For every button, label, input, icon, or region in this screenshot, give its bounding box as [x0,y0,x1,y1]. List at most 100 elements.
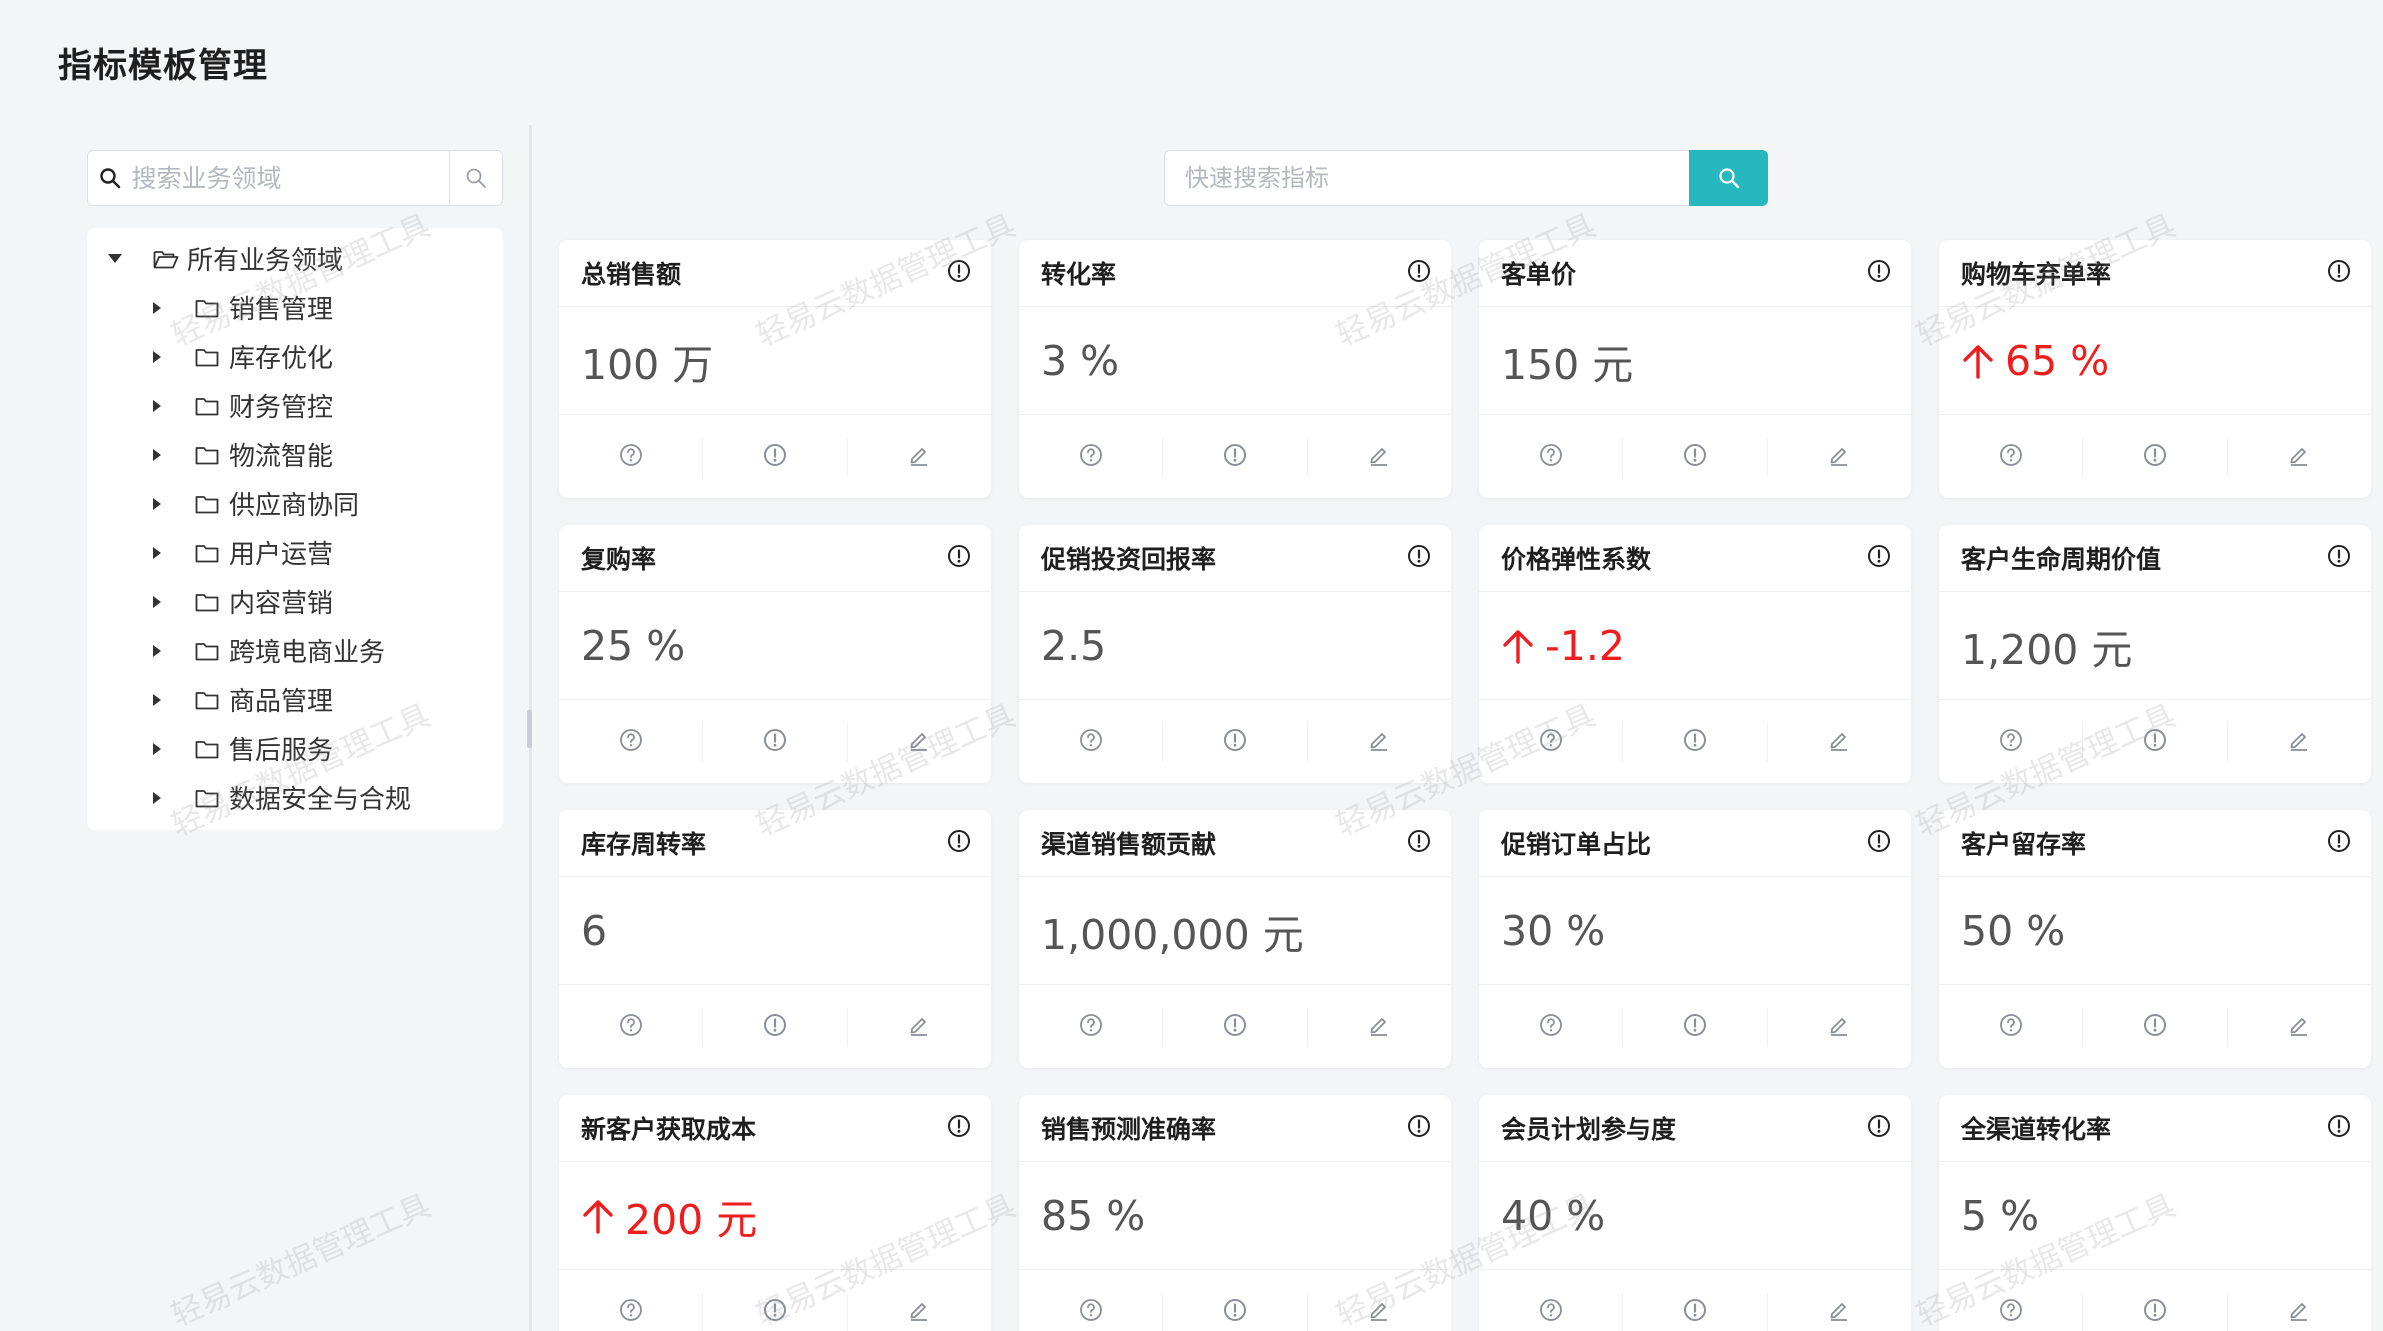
caret-right-icon[interactable] [143,497,171,510]
detail-button[interactable] [2083,722,2228,761]
caret-right-icon[interactable] [143,399,171,412]
alert-circle-icon[interactable] [947,829,971,857]
metric-card[interactable]: 复购率 25 % [559,525,991,783]
edit-button[interactable] [2228,1293,2371,1331]
alert-circle-icon[interactable] [947,1114,971,1142]
metric-card[interactable]: 促销投资回报率 2.5 [1019,525,1451,783]
help-button[interactable] [1479,1292,1624,1331]
edit-button[interactable] [2228,723,2371,761]
caret-down-icon[interactable] [101,254,129,263]
edit-button[interactable] [1308,1293,1451,1331]
tree-node-1[interactable]: 库存优化 [87,332,503,381]
detail-button[interactable] [703,1292,848,1331]
metric-card[interactable]: 客户生命周期价值 1,200 元 [1939,525,2371,783]
metric-search-button[interactable] [1689,150,1768,206]
help-button[interactable] [559,1292,704,1331]
detail-button[interactable] [1623,1007,1768,1046]
alert-circle-icon[interactable] [1867,1114,1891,1142]
alert-circle-icon[interactable] [1867,259,1891,287]
help-button[interactable] [1939,722,2084,761]
tree-node-7[interactable]: 跨境电商业务 [87,626,503,675]
detail-button[interactable] [1623,722,1768,761]
help-button[interactable] [1939,1007,2084,1046]
tree-node-3[interactable]: 物流智能 [87,430,503,479]
caret-right-icon[interactable] [143,350,171,363]
tree-node-9[interactable]: 售后服务 [87,724,503,773]
alert-circle-icon[interactable] [947,544,971,572]
edit-button[interactable] [848,723,991,761]
alert-circle-icon[interactable] [1867,544,1891,572]
edit-button[interactable] [1308,438,1451,476]
metric-card[interactable]: 库存周转率 6 [559,810,991,1068]
alert-circle-icon[interactable] [2327,829,2351,857]
alert-circle-icon[interactable] [1867,829,1891,857]
tree-node-0[interactable]: 销售管理 [87,283,503,332]
tree-node-4[interactable]: 供应商协同 [87,479,503,528]
metric-card[interactable]: 购物车弃单率 65 % [1939,240,2371,498]
help-button[interactable] [559,1007,704,1046]
detail-button[interactable] [703,1007,848,1046]
help-button[interactable] [1479,722,1624,761]
caret-right-icon[interactable] [143,742,171,755]
edit-button[interactable] [2228,1008,2371,1046]
help-button[interactable] [1479,437,1624,476]
detail-button[interactable] [703,437,848,476]
metric-card[interactable]: 客单价 150 元 [1479,240,1911,498]
caret-right-icon[interactable] [143,546,171,559]
edit-button[interactable] [848,438,991,476]
metric-card[interactable]: 促销订单占比 30 % [1479,810,1911,1068]
detail-button[interactable] [1163,1292,1308,1331]
help-button[interactable] [1939,437,2084,476]
alert-circle-icon[interactable] [2327,1114,2351,1142]
edit-button[interactable] [1768,438,1911,476]
alert-circle-icon[interactable] [1407,259,1431,287]
caret-right-icon[interactable] [143,301,171,314]
metric-card[interactable]: 新客户获取成本 200 元 [559,1095,991,1331]
help-button[interactable] [559,437,704,476]
detail-button[interactable] [1163,722,1308,761]
metric-card[interactable]: 客户留存率 50 % [1939,810,2371,1068]
caret-right-icon[interactable] [143,644,171,657]
domain-search-button[interactable] [448,151,502,205]
edit-button[interactable] [1308,723,1451,761]
metric-card[interactable]: 转化率 3 % [1019,240,1451,498]
edit-button[interactable] [1308,1008,1451,1046]
metric-card[interactable]: 总销售额 100 万 [559,240,991,498]
detail-button[interactable] [703,722,848,761]
help-button[interactable] [559,722,704,761]
help-button[interactable] [1019,722,1164,761]
tree-node-10[interactable]: 数据安全与合规 [87,773,503,822]
caret-right-icon[interactable] [143,791,171,804]
domain-search-input[interactable] [131,151,449,205]
detail-button[interactable] [2083,437,2228,476]
edit-button[interactable] [1768,723,1911,761]
detail-button[interactable] [1623,1292,1768,1331]
edit-button[interactable] [1768,1008,1911,1046]
edit-button[interactable] [848,1293,991,1331]
help-button[interactable] [1019,1007,1164,1046]
help-button[interactable] [1019,437,1164,476]
tree-node-8[interactable]: 商品管理 [87,675,503,724]
detail-button[interactable] [1163,1007,1308,1046]
alert-circle-icon[interactable] [1407,544,1431,572]
metric-search-input[interactable] [1164,150,1689,206]
metric-card[interactable]: 价格弹性系数 -1.2 [1479,525,1911,783]
caret-right-icon[interactable] [143,693,171,706]
edit-button[interactable] [848,1008,991,1046]
caret-right-icon[interactable] [143,448,171,461]
detail-button[interactable] [2083,1007,2228,1046]
resize-handle[interactable] [527,710,532,748]
edit-button[interactable] [1768,1293,1911,1331]
detail-button[interactable] [1623,437,1768,476]
metric-card[interactable]: 会员计划参与度 40 % [1479,1095,1911,1331]
help-button[interactable] [1479,1007,1624,1046]
edit-button[interactable] [2228,438,2371,476]
tree-node-5[interactable]: 用户运营 [87,528,503,577]
tree-node-2[interactable]: 财务管控 [87,381,503,430]
metric-card[interactable]: 渠道销售额贡献 1,000,000 元 [1019,810,1451,1068]
metric-card[interactable]: 全渠道转化率 5 % [1939,1095,2371,1331]
alert-circle-icon[interactable] [947,259,971,287]
alert-circle-icon[interactable] [1407,829,1431,857]
caret-right-icon[interactable] [143,595,171,608]
help-button[interactable] [1939,1292,2084,1331]
